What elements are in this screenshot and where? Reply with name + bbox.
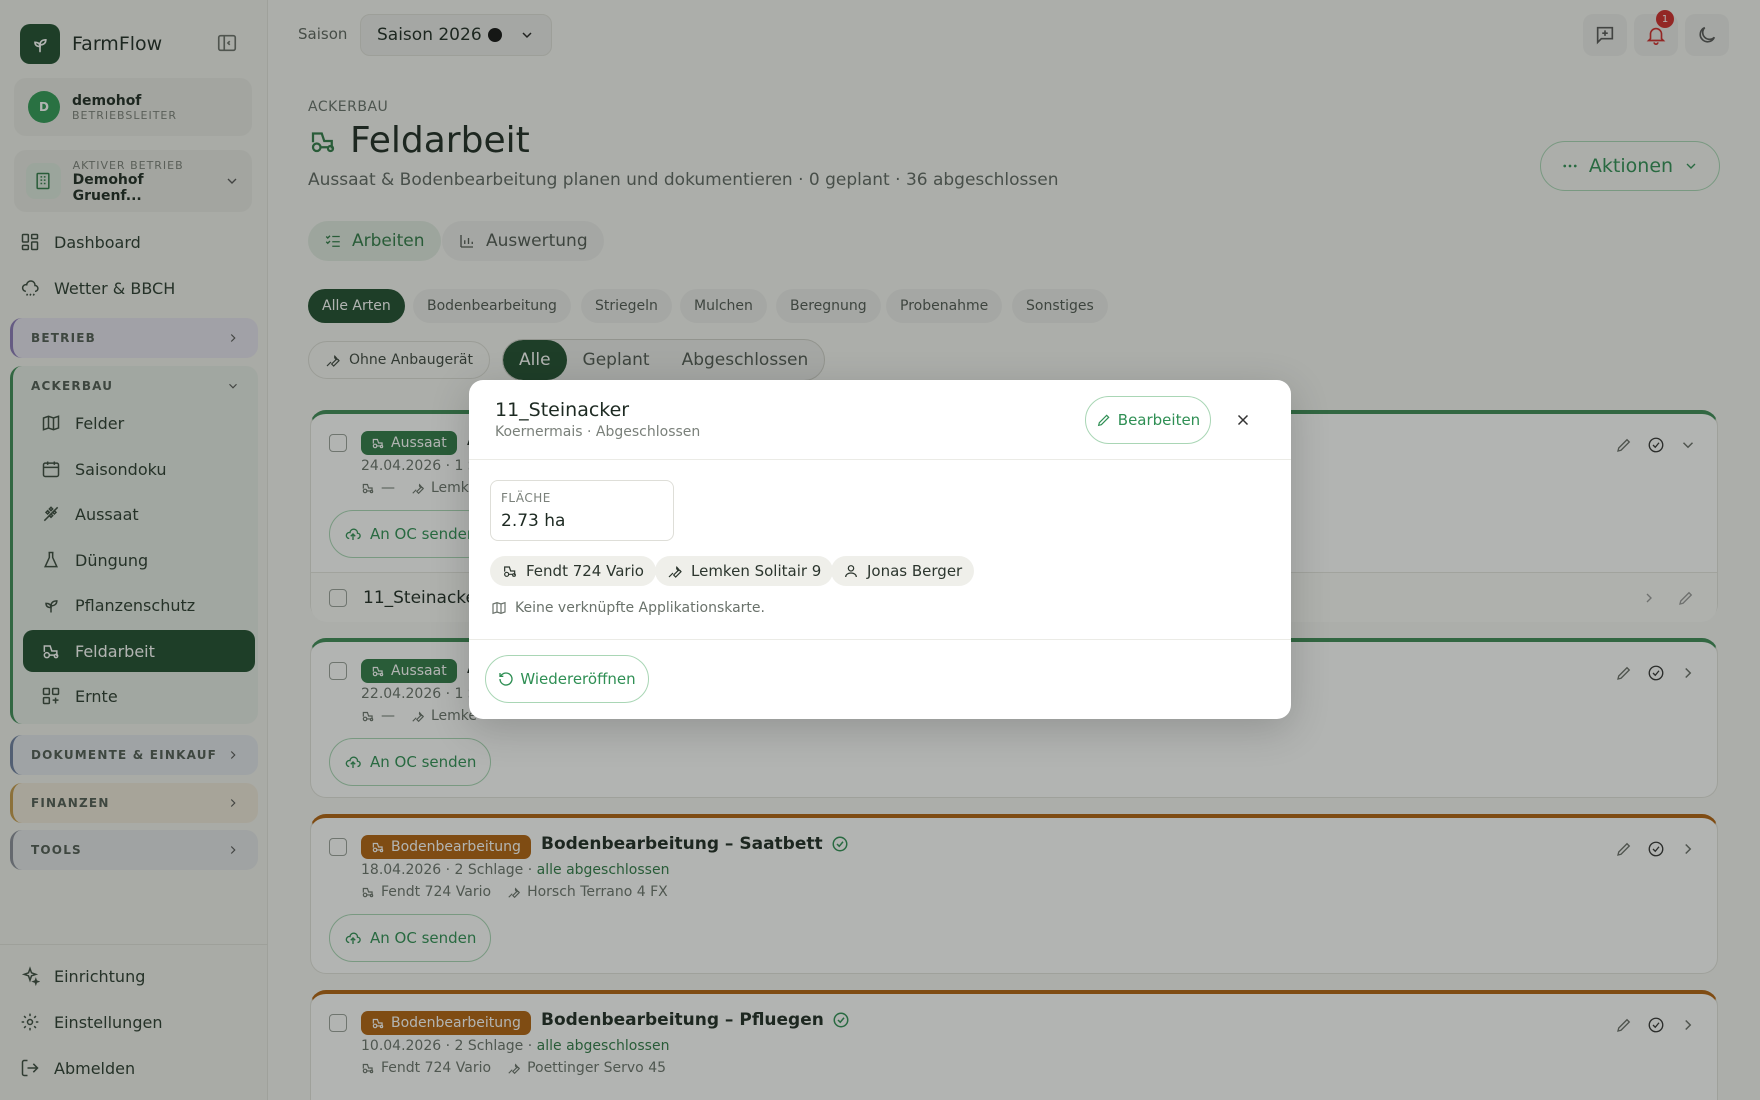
reopen-button[interactable]: Wiedereröffnen bbox=[485, 655, 649, 703]
tractor-name: Fendt 724 Vario bbox=[526, 562, 644, 580]
user-icon bbox=[843, 563, 859, 579]
no-application-map-note: Keine verknüpfte Applikationskarte. bbox=[491, 600, 765, 616]
operator-name: Jonas Berger bbox=[867, 562, 963, 580]
tractor-pill: Fendt 724 Vario bbox=[490, 556, 656, 586]
area-value: 2.73 ha bbox=[501, 511, 566, 531]
no-map-text: Keine verknüpfte Applikationskarte. bbox=[515, 600, 765, 616]
area-stat: FLÄCHE 2.73 ha bbox=[490, 480, 674, 541]
edit-button[interactable]: Bearbeiten bbox=[1085, 396, 1211, 444]
implement-name: Lemken Solitair 9 bbox=[691, 562, 822, 580]
wrench-icon bbox=[667, 563, 683, 579]
modal-title: 11_Steinacker bbox=[495, 399, 630, 421]
area-label: FLÄCHE bbox=[501, 491, 551, 505]
close-icon bbox=[1234, 411, 1252, 429]
modal-divider bbox=[469, 639, 1291, 640]
field-detail-modal: 11_Steinacker Koernermais · Abgeschlosse… bbox=[469, 380, 1291, 719]
modal-divider bbox=[469, 459, 1291, 460]
edit-label: Bearbeiten bbox=[1117, 411, 1201, 429]
reopen-label: Wiedereröffnen bbox=[520, 670, 636, 688]
pencil-icon bbox=[1096, 412, 1112, 428]
map-icon bbox=[491, 600, 507, 616]
rotate-ccw-icon bbox=[498, 671, 514, 687]
implement-pill: Lemken Solitair 9 bbox=[655, 556, 834, 586]
modal-subtitle: Koernermais · Abgeschlossen bbox=[495, 424, 701, 440]
tractor-icon bbox=[502, 563, 518, 579]
close-button[interactable] bbox=[1231, 408, 1255, 432]
operator-pill: Jonas Berger bbox=[831, 556, 975, 586]
